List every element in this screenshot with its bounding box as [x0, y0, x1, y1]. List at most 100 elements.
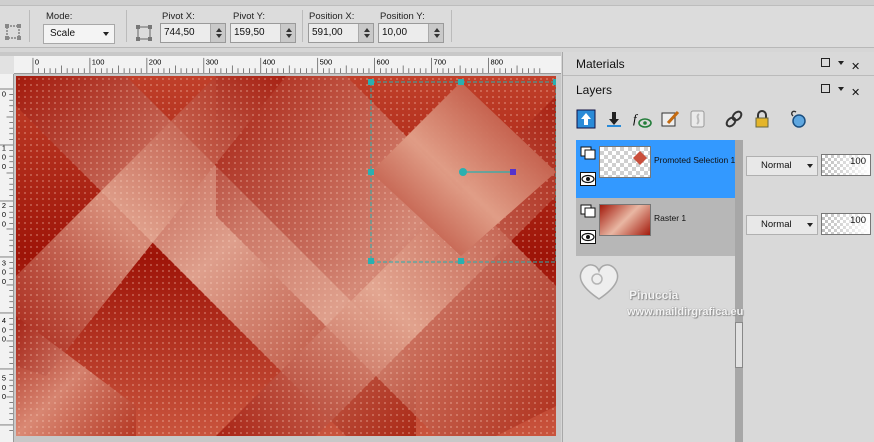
- position-y-input[interactable]: 10,00: [378, 23, 444, 43]
- link-icon[interactable]: [723, 108, 745, 130]
- spin-up-icon[interactable]: [286, 28, 292, 32]
- pivot-x-label: Pivot X:: [162, 11, 195, 22]
- layer-row-raster-1[interactable]: Raster 1: [576, 198, 736, 256]
- spin-down-icon[interactable]: [434, 34, 440, 38]
- new-adjustment-layer-icon[interactable]: [659, 108, 681, 130]
- chevron-down-icon: [103, 32, 109, 36]
- pivot-y-input[interactable]: 159,50: [230, 23, 296, 43]
- toolbar-separator: [126, 10, 127, 42]
- ruler-label: 0: [2, 335, 6, 344]
- pin-icon[interactable]: ✕: [851, 55, 860, 79]
- layer-name: Promoted Selection 1: [654, 155, 736, 165]
- tool-options-bar: Mode: Scale Pivot X: 744,50 Pivot Y: 159…: [0, 0, 874, 48]
- ruler-label: 0: [35, 58, 39, 67]
- layers-scrollbar-thumb[interactable]: [735, 322, 743, 368]
- ruler-label: 100: [92, 58, 105, 67]
- ruler-label: 5: [2, 374, 6, 383]
- blend-mode-value: Normal: [761, 160, 792, 171]
- ruler-corner: [0, 56, 14, 74]
- new-art-media-icon[interactable]: f: [631, 108, 653, 130]
- pivot-x-value: 744,50: [161, 24, 211, 42]
- canvas-image: [16, 76, 556, 436]
- chevron-down-icon[interactable]: [838, 87, 844, 91]
- svg-text:f: f: [633, 111, 639, 126]
- ruler-label: 300: [206, 58, 219, 67]
- materials-header: Materials ✕: [563, 52, 874, 76]
- layers-header: Layers ✕: [563, 78, 874, 102]
- position-y-label: Position Y:: [380, 11, 425, 22]
- ruler-label: 0: [2, 153, 6, 162]
- opacity-value: 100: [850, 215, 866, 226]
- position-x-value: 591,00: [309, 24, 359, 42]
- position-x-input[interactable]: 591,00: [308, 23, 374, 43]
- bounding-icon[interactable]: [135, 24, 153, 42]
- spin-up-icon[interactable]: [434, 28, 440, 32]
- spin-up-icon[interactable]: [216, 28, 222, 32]
- chevron-down-icon: [807, 223, 813, 227]
- layers-header-buttons: ✕: [821, 84, 867, 99]
- toolbar-separator: [302, 10, 303, 42]
- ruler-label: 1: [2, 143, 6, 152]
- ruler-label: 600: [377, 58, 390, 67]
- ruler-label: 2: [2, 201, 6, 210]
- layer-thumbnail: [599, 146, 651, 178]
- ruler-label: 800: [490, 58, 503, 67]
- layer-type-icon: [580, 204, 596, 218]
- visibility-eye-icon[interactable]: [580, 230, 596, 244]
- ruler-label: 0: [2, 268, 6, 277]
- materials-header-buttons: ✕: [821, 58, 867, 73]
- pivot-y-value: 159,50: [231, 24, 281, 42]
- opacity-field[interactable]: 100: [821, 154, 871, 176]
- ruler-label: 0: [2, 277, 6, 286]
- lock-icon[interactable]: [751, 108, 773, 130]
- ruler-label: 0: [2, 392, 6, 401]
- vertical-ruler: 0100200300400500: [0, 74, 14, 442]
- spin-down-icon[interactable]: [364, 34, 370, 38]
- layer-thumbnail: [599, 204, 651, 236]
- watermark-url: www.maildirgrafica.eu: [627, 306, 744, 318]
- visibility-eye-icon[interactable]: [580, 172, 596, 186]
- ruler-label: 400: [263, 58, 276, 67]
- opacity-value: 100: [850, 156, 866, 167]
- layer-row-promoted-selection[interactable]: Promoted Selection 1: [576, 140, 736, 198]
- layers-title: Layers: [576, 83, 613, 97]
- opacity-field[interactable]: 100: [821, 213, 871, 235]
- ruler-label: 0: [2, 219, 6, 228]
- new-vector-layer-icon[interactable]: [603, 108, 625, 130]
- blend-mode-select[interactable]: Normal: [746, 215, 818, 235]
- chevron-down-icon[interactable]: [838, 61, 844, 65]
- toolbar-separator: [451, 10, 452, 42]
- blend-mode-select[interactable]: Normal: [746, 156, 818, 176]
- watermark-name: Pinuccia: [629, 288, 679, 302]
- maximize-icon[interactable]: [821, 58, 830, 67]
- ruler-label: 500: [320, 58, 333, 67]
- chevron-down-icon: [807, 164, 813, 168]
- close-icon[interactable]: ✕: [851, 81, 860, 105]
- horizontal-ruler: 0 100 200 300 400 500 600 700 800: [14, 56, 561, 74]
- toolbar-top-strip: [0, 0, 874, 6]
- new-raster-layer-icon[interactable]: [575, 108, 597, 130]
- mode-label: Mode:: [46, 11, 73, 22]
- toolbar-separator: [29, 10, 30, 42]
- ruler-label: 0: [2, 210, 6, 219]
- ruler-label: 0: [2, 383, 6, 392]
- blend-mode-value: Normal: [761, 219, 792, 230]
- right-panel: Materials ✕ Layers ✕ f Promoted Selectio…: [562, 52, 874, 442]
- spin-down-icon[interactable]: [286, 34, 292, 38]
- ruler-label: 0: [2, 162, 6, 171]
- deform-icon[interactable]: [4, 23, 22, 41]
- ruler-label: 200: [149, 58, 162, 67]
- layer-type-icon: [580, 146, 596, 160]
- spin-up-icon[interactable]: [364, 28, 370, 32]
- pivot-x-input[interactable]: 744,50: [160, 23, 226, 43]
- ruler-label: 3: [2, 258, 6, 267]
- lasso-icon[interactable]: [787, 108, 809, 130]
- layer-name: Raster 1: [654, 213, 687, 223]
- layers-scrollbar-track[interactable]: [735, 140, 743, 442]
- materials-title: Materials: [576, 57, 625, 71]
- new-mask-layer-icon[interactable]: [687, 108, 709, 130]
- mode-select[interactable]: Scale: [43, 24, 115, 44]
- spin-down-icon[interactable]: [216, 34, 222, 38]
- image-canvas[interactable]: [16, 76, 556, 436]
- maximize-icon[interactable]: [821, 84, 830, 93]
